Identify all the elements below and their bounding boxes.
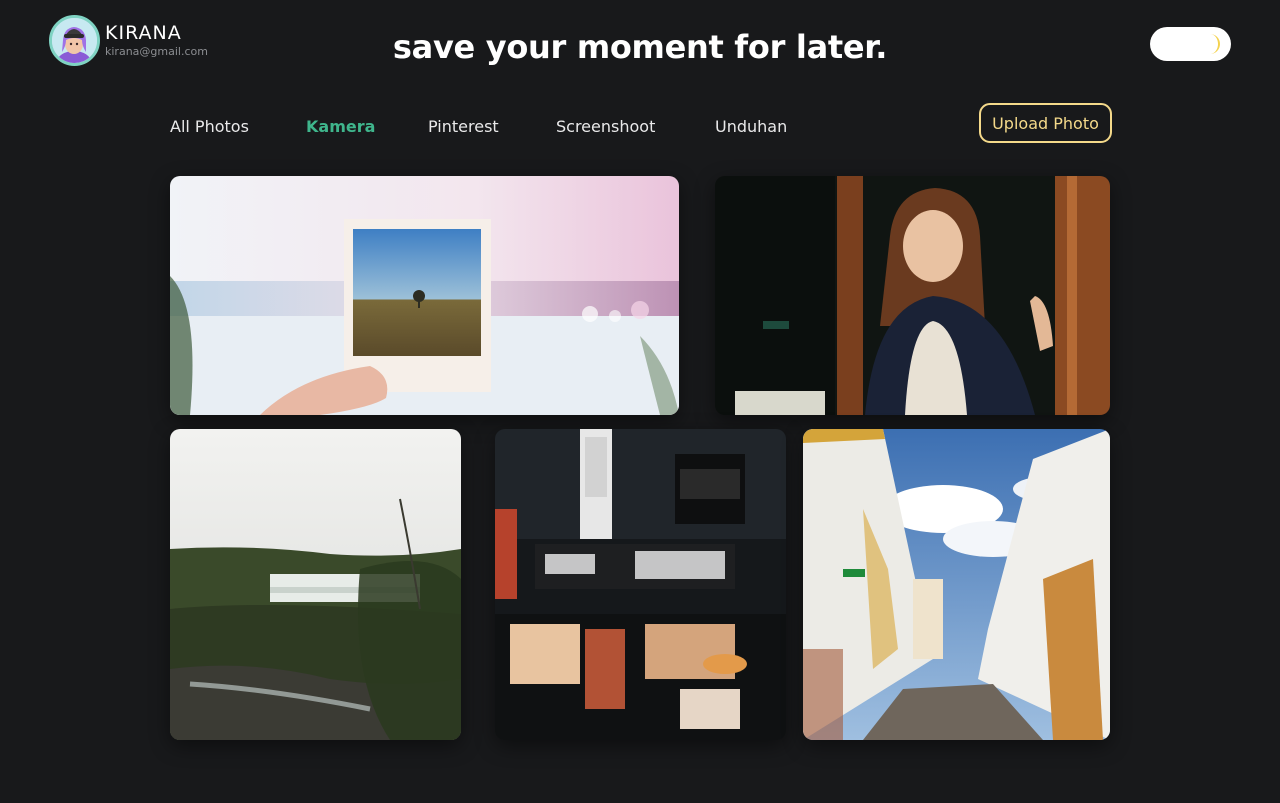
photo-town-alley[interactable] [803,429,1110,740]
tab-pinterest[interactable]: Pinterest [428,117,499,136]
tab-kamera[interactable]: Kamera [306,117,375,136]
woman-image [715,176,1110,415]
tab-screenshoot[interactable]: Screenshoot [556,117,655,136]
alley-image [803,429,1110,740]
photo-waterfall[interactable] [170,429,461,740]
photo-night-street[interactable] [495,429,786,740]
polaroid-image [170,176,679,415]
photo-polaroid[interactable] [170,176,679,415]
photo-woman-at-door[interactable] [715,176,1110,415]
waterfall-image [170,429,461,740]
moon-icon [1210,34,1220,54]
page-title: save your moment for later. [392,28,888,66]
theme-toggle[interactable] [1150,27,1231,61]
tab-all-photos[interactable]: All Photos [170,117,249,136]
night-street-image [495,429,786,740]
upload-photo-button[interactable]: Upload Photo [979,103,1112,143]
page: KIRANA kirana@gmail.com save your moment… [0,0,1280,803]
tab-unduhan[interactable]: Unduhan [715,117,787,136]
